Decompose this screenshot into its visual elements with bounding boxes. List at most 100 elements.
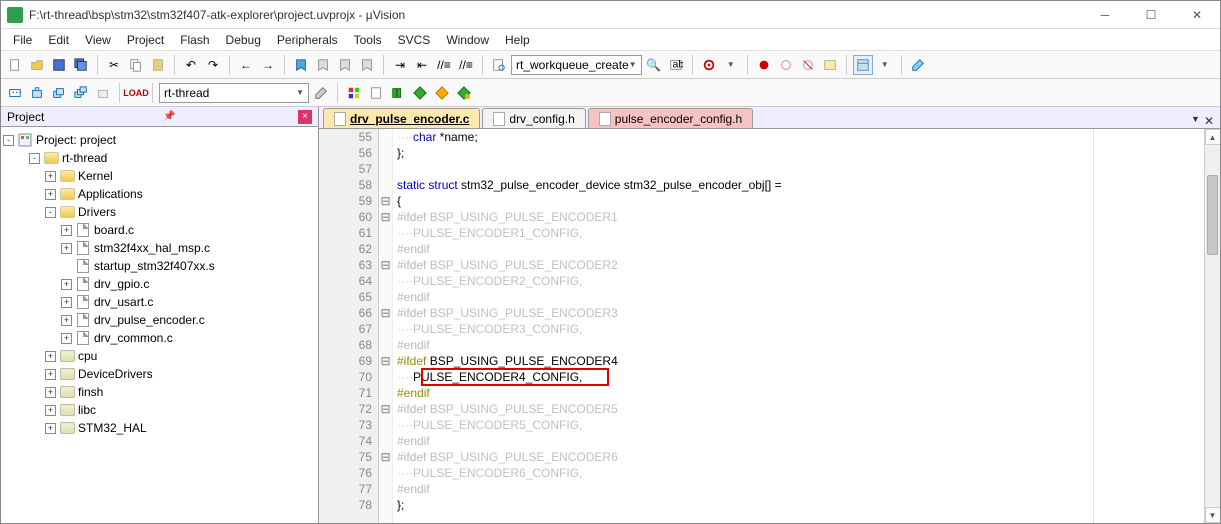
tree-item[interactable]: +libc (3, 401, 316, 419)
code-line[interactable]: #endif (393, 433, 1204, 449)
fold-toggle[interactable]: ⊟ (379, 209, 392, 225)
file-ext-icon[interactable] (366, 83, 386, 103)
target-combo[interactable]: rt-thread▼ (159, 83, 309, 103)
minimize-button[interactable]: ─ (1082, 1, 1128, 29)
code-line[interactable]: #ifdef BSP_USING_PULSE_ENCODER4 (393, 353, 1204, 369)
maximize-button[interactable]: ☐ (1128, 1, 1174, 29)
pack-installer-icon[interactable] (454, 83, 474, 103)
redo-icon[interactable]: ↷ (203, 55, 223, 75)
manage-project-items-icon[interactable] (344, 83, 364, 103)
rebuild-icon[interactable] (49, 83, 69, 103)
menu-window[interactable]: Window (438, 31, 497, 49)
scroll-track[interactable] (1205, 145, 1220, 507)
code-line[interactable]: ····PULSE_ENCODER1_CONFIG, (393, 225, 1204, 241)
code-line[interactable]: #endif (393, 241, 1204, 257)
editor-tab[interactable]: pulse_encoder_config.h (588, 108, 753, 128)
code-line[interactable]: #ifdef BSP_USING_PULSE_ENCODER3 (393, 305, 1204, 321)
tree-item[interactable]: -rt-thread (3, 149, 316, 167)
new-icon[interactable] (5, 55, 25, 75)
tree-item[interactable]: +drv_usart.c (3, 293, 316, 311)
download-icon[interactable]: LOAD (126, 83, 146, 103)
debug-icon[interactable] (699, 55, 719, 75)
project-panel-header[interactable]: Project 📌 × (1, 107, 318, 127)
indent-icon[interactable]: ⇥ (390, 55, 410, 75)
cut-icon[interactable]: ✂ (104, 55, 124, 75)
code-line[interactable]: #endif (393, 337, 1204, 353)
line-number-gutter[interactable]: 5556575859606162636465666768697071727374… (319, 129, 379, 523)
bookmark-clear-icon[interactable] (357, 55, 377, 75)
layout-drop-icon[interactable]: ▼ (875, 55, 895, 75)
expander-icon[interactable]: + (61, 297, 72, 308)
breakpoint-kill-icon[interactable] (798, 55, 818, 75)
code-editor[interactable]: ····char *name;}; static struct stm32_pul… (393, 129, 1204, 523)
scroll-up-icon[interactable]: ▲ (1205, 129, 1221, 145)
editor-tab[interactable]: drv_config.h (482, 108, 585, 128)
expander-icon[interactable]: + (45, 189, 56, 200)
nav-fwd-icon[interactable]: → (258, 55, 278, 75)
tree-item[interactable]: +drv_gpio.c (3, 275, 316, 293)
expander-icon[interactable]: + (45, 423, 56, 434)
scroll-thumb[interactable] (1207, 175, 1218, 255)
code-line[interactable]: #ifdef BSP_USING_PULSE_ENCODER6 (393, 449, 1204, 465)
menu-tools[interactable]: Tools (346, 31, 390, 49)
build-icon[interactable] (27, 83, 47, 103)
code-line[interactable]: #ifdef BSP_USING_PULSE_ENCODER5 (393, 401, 1204, 417)
tree-item[interactable]: +drv_common.c (3, 329, 316, 347)
menu-help[interactable]: Help (497, 31, 538, 49)
breakpoint-icon[interactable] (754, 55, 774, 75)
tab-close-icon[interactable]: ✕ (1204, 114, 1214, 128)
bookmark-next-icon[interactable] (335, 55, 355, 75)
manage-rtos2-icon[interactable] (432, 83, 452, 103)
code-line[interactable]: #ifdef BSP_USING_PULSE_ENCODER2 (393, 257, 1204, 273)
breakpoint-disable-icon[interactable] (776, 55, 796, 75)
expander-icon[interactable]: + (45, 369, 56, 380)
code-line[interactable]: #ifdef BSP_USING_PULSE_ENCODER1 (393, 209, 1204, 225)
tree-item[interactable]: startup_stm32f407xx.s (3, 257, 316, 275)
find-in-files-icon[interactable] (489, 55, 509, 75)
expander-icon[interactable]: + (61, 333, 72, 344)
code-line[interactable]: ····PULSE_ENCODER6_CONFIG, (393, 465, 1204, 481)
bookmark-prev-icon[interactable] (313, 55, 333, 75)
expander-icon[interactable]: - (45, 207, 56, 218)
uncomment-icon[interactable]: //≡ (456, 55, 476, 75)
menu-view[interactable]: View (77, 31, 119, 49)
code-line[interactable]: #endif (393, 289, 1204, 305)
tree-item[interactable]: +cpu (3, 347, 316, 365)
tree-item[interactable]: +Kernel (3, 167, 316, 185)
tree-item[interactable]: -Drivers (3, 203, 316, 221)
target-options-icon[interactable] (311, 83, 331, 103)
code-line[interactable]: }; (393, 145, 1204, 161)
pin-icon[interactable]: 📌 (163, 111, 175, 122)
tree-item[interactable]: +drv_pulse_encoder.c (3, 311, 316, 329)
editor-tab[interactable]: drv_pulse_encoder.c (323, 108, 480, 128)
close-button[interactable]: ✕ (1174, 1, 1220, 29)
fold-toggle[interactable]: ⊟ (379, 305, 392, 321)
fold-toggle[interactable]: ⊟ (379, 257, 392, 273)
expander-icon[interactable]: - (29, 153, 40, 164)
expander-icon[interactable]: - (3, 135, 14, 146)
code-line[interactable]: static struct stm32_pulse_encoder_device… (393, 177, 1204, 193)
expander-icon[interactable]: + (45, 171, 56, 182)
expander-icon[interactable]: + (61, 243, 72, 254)
code-line[interactable]: #endif (393, 481, 1204, 497)
menu-edit[interactable]: Edit (40, 31, 77, 49)
fold-column[interactable]: ⊟⊟⊟⊟⊟⊟⊟ (379, 129, 393, 523)
window-layout-icon[interactable] (853, 55, 873, 75)
tree-root[interactable]: - Project: project (3, 131, 316, 149)
code-line[interactable]: ····PULSE_ENCODER2_CONFIG, (393, 273, 1204, 289)
expander-icon[interactable]: + (45, 405, 56, 416)
code-line[interactable]: #endif (393, 385, 1204, 401)
find-combo[interactable]: rt_workqueue_create▼ (511, 55, 642, 75)
vertical-scrollbar[interactable]: ▲ ▼ (1204, 129, 1220, 523)
fold-toggle[interactable]: ⊟ (379, 193, 392, 209)
code-line[interactable] (393, 161, 1204, 177)
tab-dropdown-icon[interactable]: ▼ (1191, 114, 1200, 128)
save-all-icon[interactable] (71, 55, 91, 75)
paste-icon[interactable] (148, 55, 168, 75)
code-line[interactable]: ····char *name; (393, 129, 1204, 145)
breakpoint-window-icon[interactable] (820, 55, 840, 75)
menu-svcs[interactable]: SVCS (390, 31, 439, 49)
scroll-down-icon[interactable]: ▼ (1205, 507, 1221, 523)
find-icon[interactable]: 🔍 (644, 55, 664, 75)
open-icon[interactable] (27, 55, 47, 75)
